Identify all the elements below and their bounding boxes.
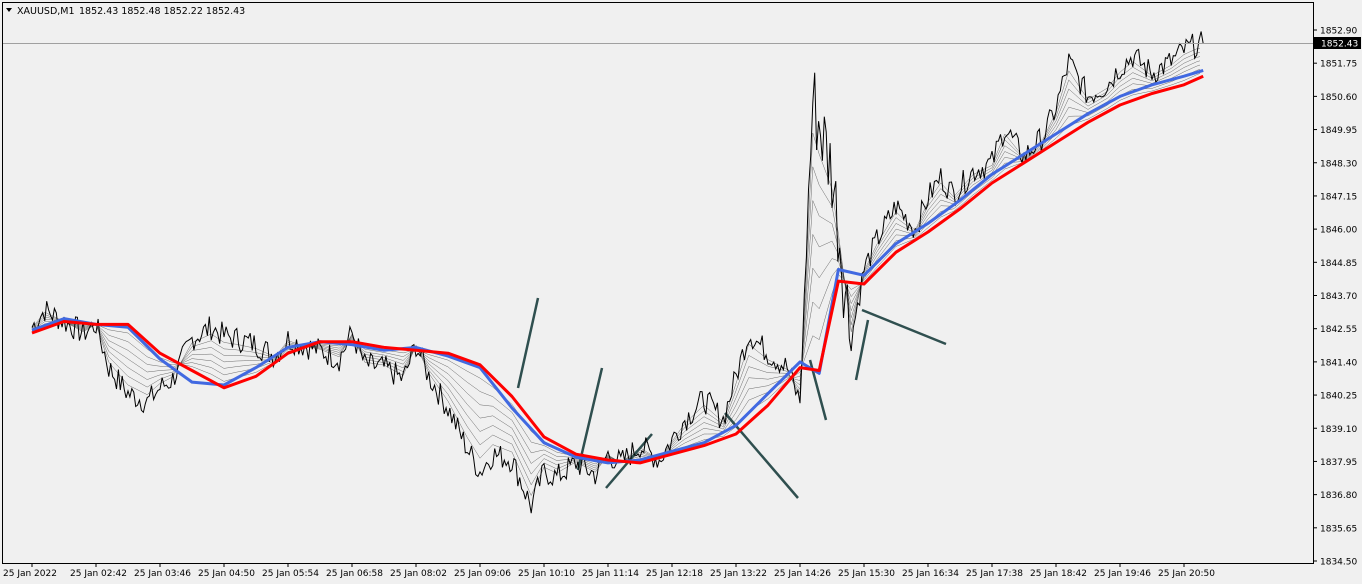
y-tick-label: 1849.95 — [1320, 126, 1357, 136]
x-tick-label: 25 Jan 16:34 — [902, 569, 959, 579]
y-tick-label: 1851.75 — [1320, 60, 1357, 70]
x-tick-label: 25 Jan 11:14 — [582, 569, 639, 579]
x-tick-label: 25 Jan 14:26 — [774, 569, 831, 579]
y-tick-label: 1846.00 — [1320, 226, 1357, 236]
y-tick-label: 1841.40 — [1320, 358, 1357, 368]
x-tick-label: 25 Jan 08:02 — [390, 569, 447, 579]
x-tick-label: 25 Jan 03:46 — [134, 569, 191, 579]
y-tick-label: 1837.95 — [1320, 458, 1357, 468]
x-tick-label: 25 Jan 12:18 — [646, 569, 703, 579]
y-tick-label: 1847.15 — [1320, 192, 1357, 202]
y-tick-label: 1834.50 — [1320, 558, 1357, 568]
y-tick-label: 1848.30 — [1320, 159, 1357, 169]
y-tick-label: 1836.80 — [1320, 491, 1357, 501]
header: XAUUSD,M1 1852.43 1852.48 1852.22 1852.4… — [6, 6, 245, 17]
x-tick-label: 25 Jan 2022 — [3, 569, 57, 579]
y-tick-label: 1850.60 — [1320, 93, 1357, 103]
x-tick-label: 25 Jan 20:50 — [1158, 569, 1215, 579]
x-tick-label: 25 Jan 09:06 — [454, 569, 511, 579]
x-tick-label: 25 Jan 13:22 — [710, 569, 767, 579]
symbol-label: XAUUSD,M1 — [17, 6, 75, 17]
current-price-tag: 1852.43 — [1314, 37, 1361, 50]
x-tick-label: 25 Jan 15:30 — [838, 569, 895, 579]
x-tick-label: 25 Jan 06:58 — [326, 569, 383, 579]
y-tick-label: 1843.70 — [1320, 292, 1357, 302]
y-tick-label: 1852.90 — [1320, 27, 1357, 37]
y-tick-label: 1839.10 — [1320, 425, 1357, 435]
plot-background — [0, 0, 1362, 584]
chart[interactable]: 1852.90 1851.75 1850.60 1849.95 1848.30 1847.… — [0, 0, 1362, 584]
x-tick-label: 25 Jan 17:38 — [966, 569, 1023, 579]
x-tick-label: 25 Jan 04:50 — [198, 569, 255, 579]
current-price-value: 1852.43 — [1321, 40, 1358, 50]
y-tick-label: 1835.65 — [1320, 524, 1357, 534]
x-tick-label: 25 Jan 10:10 — [518, 569, 575, 579]
y-tick-label: 1840.25 — [1320, 392, 1357, 402]
x-tick-label: 25 Jan 19:46 — [1094, 569, 1151, 579]
x-tick-label: 25 Jan 02:42 — [70, 569, 127, 579]
x-tick-label: 25 Jan 18:42 — [1030, 569, 1087, 579]
y-tick-label: 1842.55 — [1320, 325, 1357, 335]
ohlc-label: 1852.43 1852.48 1852.22 1852.43 — [79, 6, 245, 17]
y-tick-label: 1844.85 — [1320, 259, 1357, 269]
x-tick-label: 25 Jan 05:54 — [262, 569, 319, 579]
